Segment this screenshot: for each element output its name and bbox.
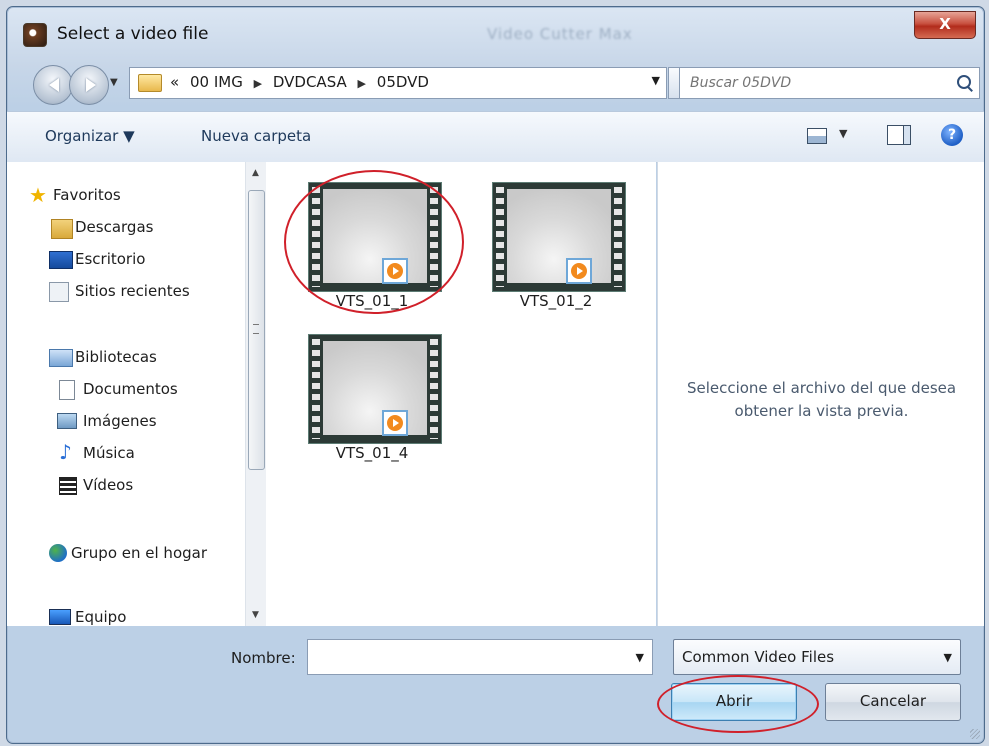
resize-grip[interactable] xyxy=(970,729,980,739)
homegroup-icon xyxy=(49,544,67,562)
nav-item-escritorio[interactable]: Escritorio xyxy=(49,250,145,269)
file-item[interactable]: VTS_01_2 xyxy=(456,168,626,310)
file-dialog-window: Select a video file Video Cutter Max X ▼… xyxy=(6,6,985,744)
background-app-title: Video Cutter Max xyxy=(487,25,633,43)
toolbar: Organizar ▼ Nueva carpeta xyxy=(7,111,984,163)
play-icon xyxy=(382,410,408,436)
scroll-up-icon[interactable]: ▲ xyxy=(252,168,259,178)
preview-pane-icon[interactable] xyxy=(887,125,911,145)
title-bar: Select a video file Video Cutter Max X xyxy=(7,7,984,53)
file-name: VTS_01_2 xyxy=(519,292,593,310)
new-folder-button[interactable]: Nueva carpeta xyxy=(201,127,311,145)
recent-places-icon xyxy=(49,282,69,302)
video-thumbnail-icon xyxy=(308,334,442,444)
nav-item-bibliotecas[interactable]: Bibliotecas xyxy=(49,348,157,367)
breadcrumb-separator-icon[interactable]: ▶ xyxy=(254,77,262,90)
annotation-circle-file xyxy=(284,170,464,314)
computer-icon xyxy=(49,609,71,625)
filename-dropdown-icon[interactable]: ▼ xyxy=(636,651,644,664)
breadcrumb-separator-icon[interactable]: ▶ xyxy=(358,77,366,90)
back-button[interactable] xyxy=(33,65,73,105)
folder-icon xyxy=(138,74,162,92)
filename-input[interactable] xyxy=(312,645,616,669)
libraries-icon xyxy=(49,349,73,367)
change-view-icon[interactable] xyxy=(807,128,827,144)
nav-item-documentos[interactable]: Documentos xyxy=(59,380,178,400)
breadcrumb: « 00 IMG ▶ DVDCASA ▶ 05DVD xyxy=(170,73,435,91)
breadcrumb-item-05dvd[interactable]: 05DVD xyxy=(377,73,429,91)
nav-item-musica[interactable]: ♪ Música xyxy=(59,442,135,462)
app-icon xyxy=(23,23,47,47)
file-type-select[interactable]: Common Video Files ▼ xyxy=(673,639,961,675)
view-options-dropdown[interactable]: ▼ xyxy=(839,127,847,140)
forward-button[interactable] xyxy=(69,65,109,105)
documents-icon xyxy=(59,380,75,400)
scroll-down-icon[interactable]: ▼ xyxy=(252,610,259,620)
nav-item-imagenes[interactable]: Imágenes xyxy=(57,412,157,430)
downloads-folder-icon xyxy=(51,219,73,239)
recent-locations-dropdown[interactable]: ▼ xyxy=(110,73,120,93)
file-item[interactable]: VTS_01_4 xyxy=(272,320,442,462)
nav-scrollbar[interactable]: ▲ ▼ xyxy=(245,162,266,626)
breadcrumb-item-dvdcasa[interactable]: DVDCASA xyxy=(273,73,347,91)
preview-message: Seleccione el archivo del que desea obte… xyxy=(686,379,957,420)
scrollbar-thumb[interactable] xyxy=(248,190,265,470)
filename-label: Nombre: xyxy=(231,649,296,667)
navigation-pane: ★ Favoritos Descargas Escritorio Sitios … xyxy=(7,162,266,626)
preview-pane: Seleccione el archivo del que desea obte… xyxy=(657,162,984,626)
nav-item-videos[interactable]: Vídeos xyxy=(59,476,133,495)
desktop-icon xyxy=(49,251,73,269)
breadcrumb-overflow[interactable]: « xyxy=(170,73,179,91)
play-icon xyxy=(566,258,592,284)
pictures-icon xyxy=(57,413,77,429)
search-box[interactable] xyxy=(679,67,980,99)
breadcrumb-item-00img[interactable]: 00 IMG xyxy=(190,73,243,91)
close-button[interactable]: X xyxy=(914,11,976,39)
organize-button[interactable]: Organizar ▼ xyxy=(45,127,135,145)
help-icon[interactable]: ? xyxy=(941,124,963,146)
music-icon: ♪ xyxy=(59,440,72,464)
nav-item-favoritos[interactable]: ★ Favoritos xyxy=(29,185,121,205)
file-type-value: Common Video Files xyxy=(682,648,835,666)
file-type-dropdown-icon[interactable]: ▼ xyxy=(944,651,952,664)
nav-item-descargas[interactable]: Descargas xyxy=(51,218,153,239)
cancel-button[interactable]: Cancelar xyxy=(825,683,961,721)
search-icon[interactable] xyxy=(957,75,971,89)
window-title: Select a video file xyxy=(57,24,209,44)
annotation-circle-open xyxy=(657,675,819,733)
file-list: VTS_01_1 VTS_01_2 VTS_01_4 xyxy=(266,162,656,626)
nav-item-equipo[interactable]: Equipo xyxy=(49,608,126,626)
search-input[interactable] xyxy=(688,72,942,94)
address-bar[interactable]: « 00 IMG ▶ DVDCASA ▶ 05DVD ▼ xyxy=(129,67,667,99)
videos-icon xyxy=(59,477,77,495)
file-name: VTS_01_4 xyxy=(335,444,409,462)
star-icon: ★ xyxy=(29,183,47,207)
address-dropdown-icon[interactable]: ▼ xyxy=(652,74,660,87)
nav-item-grupo-hogar[interactable]: Grupo en el hogar xyxy=(49,544,207,562)
filename-field[interactable]: ▼ xyxy=(307,639,653,675)
nav-item-sitios-recientes[interactable]: Sitios recientes xyxy=(49,282,190,302)
video-thumbnail-icon xyxy=(492,182,626,292)
